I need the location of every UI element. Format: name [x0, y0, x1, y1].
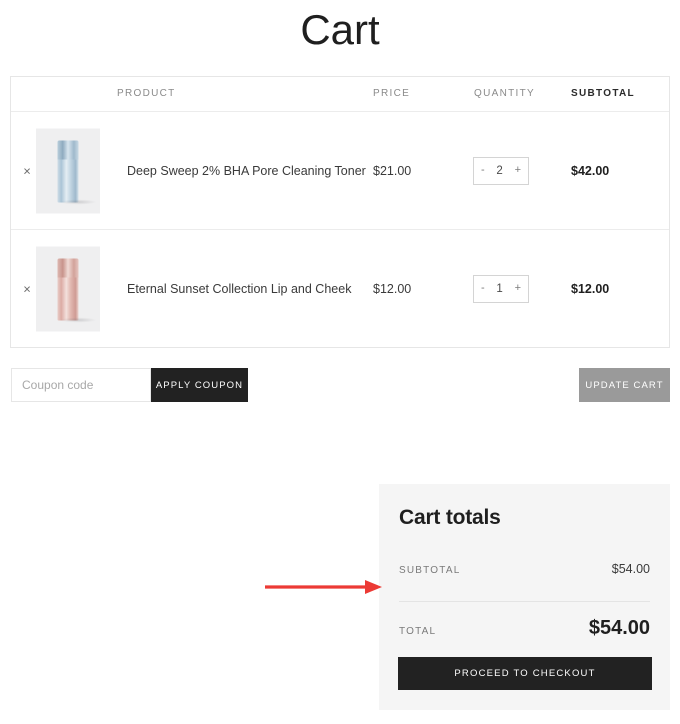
column-header-quantity: QUANTITY [474, 88, 535, 99]
column-header-product: PRODUCT [117, 88, 176, 99]
cart-totals-title: Cart totals [399, 506, 501, 529]
product-subtotal: $12.00 [571, 281, 610, 296]
cart-totals-total-label: Total [399, 626, 437, 637]
cart-table: PRODUCT PRICE QUANTITY SUBTOTAL × Deep S… [10, 76, 670, 348]
column-header-price: PRICE [373, 88, 411, 99]
page-title: Cart [300, 6, 380, 53]
column-header-subtotal: SUBTOTAL [571, 88, 635, 99]
cart-totals-subtotal-label: Subtotal [399, 565, 461, 576]
product-bottle-image [57, 258, 79, 320]
product-price: $21.00 [373, 163, 412, 178]
cart-totals-total-row: Total $54.00 [399, 601, 650, 640]
product-subtotal: $42.00 [571, 163, 610, 178]
update-cart-button[interactable]: Update cart [579, 368, 670, 402]
remove-item-icon[interactable]: × [16, 164, 38, 177]
quantity-increment-button[interactable]: + [515, 283, 521, 294]
quantity-input[interactable]: 2 [485, 165, 515, 177]
bottle-shadow [60, 199, 96, 204]
cart-table-header-row: PRODUCT PRICE QUANTITY SUBTOTAL [11, 77, 669, 112]
bottle-cap [57, 258, 79, 277]
apply-coupon-button[interactable]: Apply coupon [151, 368, 248, 402]
cart-totals-total-value: $54.00 [588, 617, 650, 639]
bottle-cap [57, 140, 79, 159]
product-thumbnail[interactable] [36, 128, 100, 213]
coupon-code-input[interactable] [11, 368, 151, 402]
cart-totals-subtotal-row: Subtotal $54.00 [399, 562, 650, 576]
remove-item-icon[interactable]: × [16, 282, 38, 295]
quantity-input[interactable]: 1 [485, 283, 515, 295]
cart-totals-panel: Cart totals Subtotal $54.00 Total $54.00… [379, 484, 670, 710]
bottle-shadow [60, 317, 96, 322]
product-bottle-image [57, 140, 79, 202]
proceed-to-checkout-button[interactable]: Proceed to checkout [398, 657, 652, 690]
quantity-stepper[interactable]: - 1 + [473, 274, 529, 303]
table-row: × Deep Sweep 2% BHA Pore Cleaning Toner … [11, 112, 669, 230]
annotation-arrow-icon [265, 580, 382, 594]
product-thumbnail[interactable] [36, 246, 100, 331]
quantity-increment-button[interactable]: + [515, 165, 521, 176]
product-price: $12.00 [373, 281, 412, 296]
cart-totals-subtotal-value: $54.00 [611, 562, 650, 576]
product-name[interactable]: Eternal Sunset Collection Lip and Cheek [127, 282, 351, 296]
quantity-stepper[interactable]: - 2 + [473, 156, 529, 185]
product-name[interactable]: Deep Sweep 2% BHA Pore Cleaning Toner [127, 164, 366, 178]
table-row: × Eternal Sunset Collection Lip and Chee… [11, 230, 669, 347]
